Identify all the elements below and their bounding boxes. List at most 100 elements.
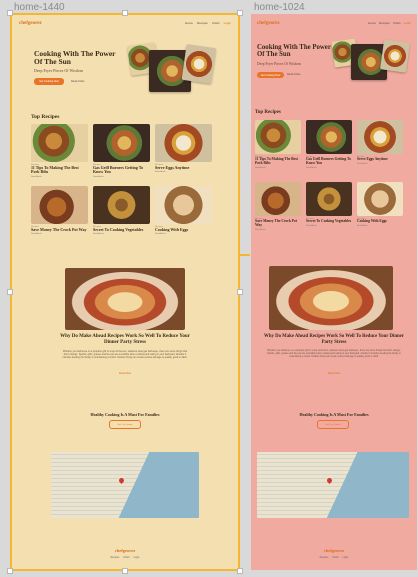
recipe-image (357, 120, 403, 154)
recipe-card[interactable]: Recipes Save Money The Crock Pot Way Rea… (31, 186, 88, 235)
recipe-card[interactable]: Recipes Secret To Cooking Vegetables Rea… (93, 186, 150, 235)
recipe-card[interactable]: Recipes Cooking With Eggs Read Article (155, 186, 212, 235)
read-article-link[interactable]: Read Article (71, 80, 84, 83)
nav-link-home[interactable]: Home (185, 21, 193, 25)
nav-links: Home Recipes Chefs Login (185, 21, 231, 25)
footer-links: Recipes Chefs Login (85, 556, 165, 559)
recipe-title[interactable]: Cooking With Eggs (357, 219, 403, 224)
top-nav: chefgeorez Home Recipes Chefs Login (257, 18, 411, 28)
recipe-image (306, 120, 352, 154)
recipe-card[interactable]: Recipes Serve Eggs Anytime Read Article (155, 124, 212, 173)
recipe-meta[interactable]: Read Article (255, 167, 301, 169)
recipe-title[interactable]: 11 Tips To Making The Best Pork Ribs (255, 157, 301, 166)
recipe-meta[interactable]: Read Article (155, 171, 212, 173)
recipe-card[interactable]: Recipes Gas Grill Burners Getting To Kno… (306, 120, 352, 169)
footer-link-login[interactable]: Login (134, 556, 140, 559)
recipe-title[interactable]: Secret To Cooking Vegetables (93, 227, 150, 232)
resize-handle-bottom-left[interactable] (7, 568, 13, 574)
recipe-meta[interactable]: Read Article (306, 225, 352, 227)
recipe-image (93, 124, 150, 162)
feature-image (269, 266, 393, 330)
recipe-meta[interactable]: Read Article (255, 229, 301, 231)
resize-handle-top-left[interactable] (7, 10, 13, 16)
recipe-card[interactable]: Recipes 11 Tips To Making The Best Pork … (255, 120, 301, 169)
recipe-card[interactable]: Recipes Cooking With Eggs Read Article (357, 182, 403, 227)
get-cooking-button[interactable]: Get Cooking Now (34, 78, 64, 85)
map-pin-icon (117, 476, 126, 485)
nav-link-recipes[interactable]: Recipes (197, 21, 208, 25)
location-map[interactable] (257, 452, 409, 518)
site-logo[interactable]: chefgeorez (257, 21, 280, 26)
resize-handle-left[interactable] (7, 289, 13, 295)
feature-body: Whether you barbecue on a propane grill … (62, 350, 188, 360)
recipe-meta[interactable]: Read Article (357, 163, 403, 165)
footer-link-recipes[interactable]: Recipes (320, 556, 329, 559)
nav-links: Home Recipes Chefs Login (368, 21, 411, 25)
recipe-meta[interactable]: Read Article (93, 176, 150, 178)
footer-logo[interactable]: chefgeorez (304, 548, 364, 553)
recipe-card[interactable]: Recipes Save Money The Crock Pot Way Rea… (255, 182, 301, 231)
read-more-link[interactable]: Read More (314, 372, 354, 375)
frame-label-home-1024[interactable]: home-1024 (254, 2, 305, 13)
frame-label-home-1440[interactable]: home-1440 (14, 2, 65, 13)
footer-link-login[interactable]: Login (343, 556, 349, 559)
hero-subtitle: Deep Fryer Pieces Of Wisdom (34, 68, 83, 73)
resize-handle-top[interactable] (122, 10, 128, 16)
footer-link-chefs[interactable]: Chefs (123, 556, 129, 559)
get-guides-button[interactable]: Get Our Guides (317, 420, 349, 429)
recipe-meta[interactable]: Read Article (155, 233, 212, 235)
recipe-title[interactable]: Gas Grill Burners Getting To Know You (306, 157, 352, 166)
resize-handle-right[interactable] (237, 289, 243, 295)
recipe-meta[interactable]: Read Article (357, 225, 403, 227)
nav-link-chefs[interactable]: Chefs (212, 21, 220, 25)
recipe-image (31, 186, 88, 224)
recipe-title[interactable]: 11 Tips To Making The Best Pork Ribs (31, 165, 88, 175)
healthy-cooking-title: Healthy Cooking Is A Must For Families (299, 412, 369, 417)
map-pin-icon (325, 476, 334, 485)
nav-link-chefs[interactable]: Chefs (393, 21, 401, 25)
nav-link-login[interactable]: Login (404, 21, 411, 25)
get-guides-button[interactable]: Get Our Guides (109, 420, 141, 429)
get-cooking-button[interactable]: Get Cooking Now (257, 72, 284, 78)
recipe-image (255, 120, 301, 154)
recipe-card[interactable]: Recipes 11 Tips To Making The Best Pork … (31, 124, 88, 178)
nav-link-home[interactable]: Home (368, 21, 376, 25)
recipe-title[interactable]: Serve Eggs Anytime (357, 157, 403, 162)
location-map[interactable] (51, 452, 199, 518)
nav-link-recipes[interactable]: Recipes (379, 21, 390, 25)
feature-title: Why Do Make Ahead Recipes Work So Well T… (60, 334, 190, 345)
recipe-title[interactable]: Serve Eggs Anytime (155, 165, 212, 170)
recipe-image (255, 182, 301, 216)
recipe-meta[interactable]: Read Article (93, 233, 150, 235)
prototype-connector[interactable] (240, 254, 250, 256)
artboard-home-1024[interactable]: chefgeorez Home Recipes Chefs Login Cook… (251, 14, 417, 570)
read-article-link[interactable]: Read Article (287, 73, 300, 76)
recipe-title[interactable]: Save Money The Crock Pot Way (255, 219, 301, 228)
hero-photo-3 (181, 44, 217, 84)
artboard-home-1440[interactable]: chefgeorez Home Recipes Chefs Login Cook… (11, 14, 239, 570)
recipe-meta[interactable]: Read Article (31, 176, 88, 178)
recipe-card[interactable]: Recipes Gas Grill Burners Getting To Kno… (93, 124, 150, 178)
footer-link-recipes[interactable]: Recipes (111, 556, 120, 559)
recipe-title[interactable]: Secret To Cooking Vegetables (306, 219, 352, 224)
resize-handle-bottom-right[interactable] (237, 568, 243, 574)
recipe-meta[interactable]: Read Article (306, 167, 352, 169)
recipe-image (31, 124, 88, 162)
recipe-title[interactable]: Save Money The Crock Pot Way (31, 227, 88, 232)
recipe-image (155, 186, 212, 224)
footer-link-chefs[interactable]: Chefs (332, 556, 338, 559)
nav-link-login[interactable]: Login (224, 21, 231, 25)
recipe-meta[interactable]: Read Article (31, 233, 88, 235)
hero-collage (127, 42, 217, 108)
recipe-title[interactable]: Gas Grill Burners Getting To Know You (93, 165, 150, 175)
resize-handle-top-right[interactable] (237, 10, 243, 16)
read-more-link[interactable]: Read More (105, 372, 145, 375)
resize-handle-bottom[interactable] (122, 568, 128, 574)
top-recipes-title: Top Recipes (31, 114, 60, 120)
footer-logo[interactable]: chefgeorez (95, 548, 155, 553)
recipe-card[interactable]: Recipes Secret To Cooking Vegetables Rea… (306, 182, 352, 227)
site-logo[interactable]: chefgeorez (19, 21, 42, 26)
recipe-image (155, 124, 212, 162)
recipe-title[interactable]: Cooking With Eggs (155, 227, 212, 232)
recipe-card[interactable]: Recipes Serve Eggs Anytime Read Article (357, 120, 403, 165)
